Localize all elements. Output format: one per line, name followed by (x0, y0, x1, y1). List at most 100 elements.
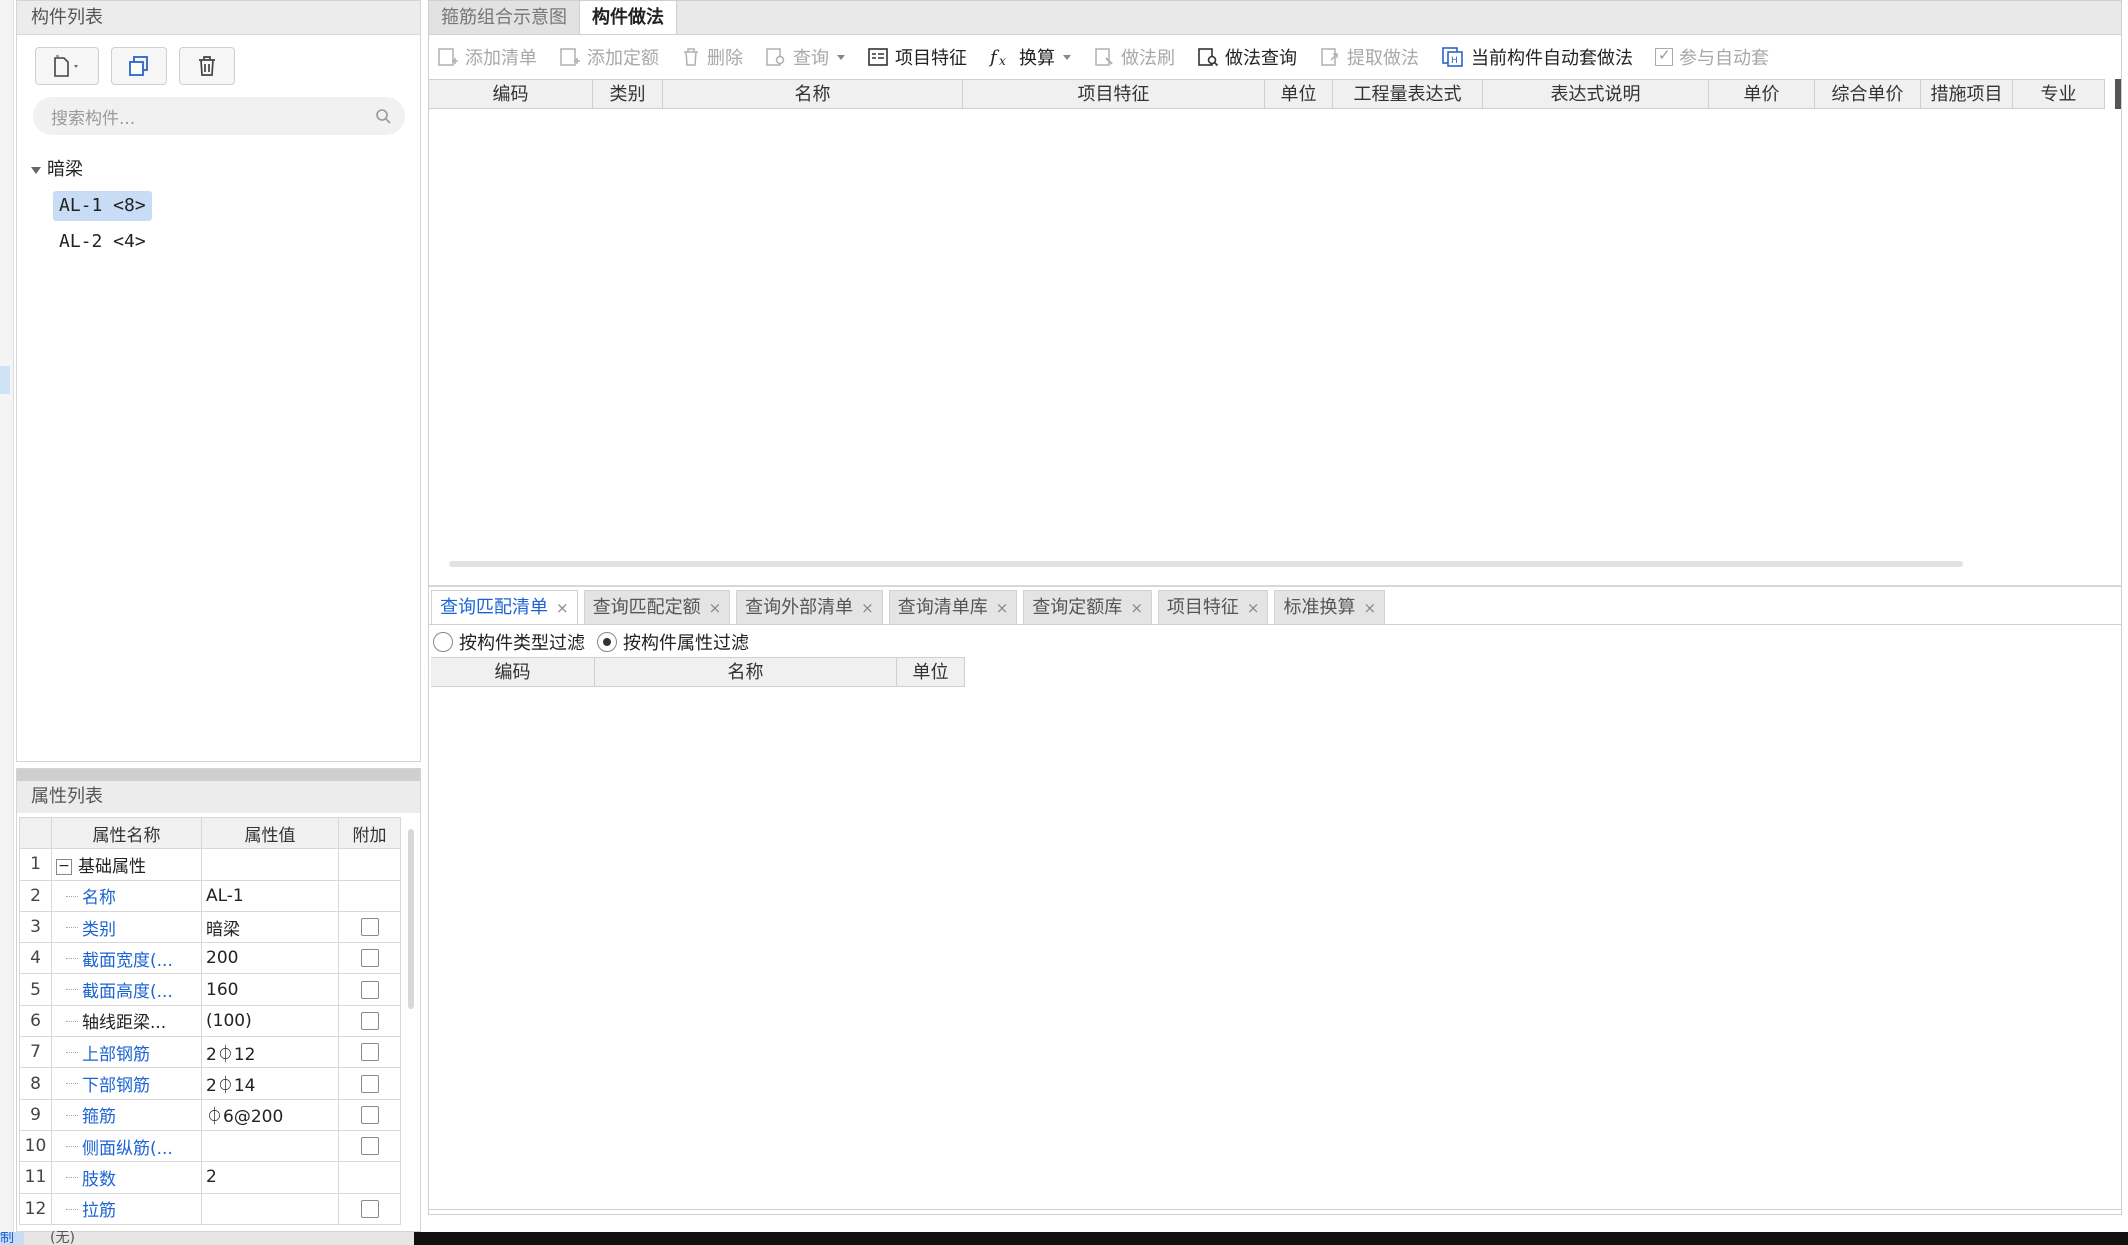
col-code[interactable]: 编码 (429, 80, 593, 109)
extra-checkbox[interactable] (360, 1011, 379, 1030)
table-row[interactable]: 1 − 基础属性 (19, 848, 401, 881)
tab-item-feature[interactable]: 项目特征 × (1157, 590, 1269, 625)
table-row[interactable]: 2 名称 AL-1 (19, 879, 401, 912)
extra-checkbox[interactable] (360, 1105, 379, 1124)
tab-stirrup-diagram[interactable]: 箍筋组合示意图 (429, 1, 580, 34)
method-grid-hscrollbar[interactable] (449, 561, 1963, 567)
table-row[interactable]: 10 侧面纵筋(... (19, 1129, 401, 1163)
tree-item-al-1[interactable]: AL-1 <8> (53, 191, 152, 221)
tree-collapse-icon[interactable] (31, 166, 41, 174)
tab-query-external-list[interactable]: 查询外部清单 × (736, 590, 883, 624)
item-feature-button[interactable]: 项目特征 (867, 44, 967, 70)
status-left-label[interactable]: 制 (0, 1232, 24, 1245)
row-value[interactable]: 2⏀14 (201, 1067, 339, 1100)
collapse-group-icon[interactable]: − (56, 858, 72, 875)
method-query-button[interactable]: 做法查询 (1197, 44, 1297, 70)
table-row[interactable]: 5 截面高度(... 160 (19, 973, 401, 1006)
col-specialty[interactable]: 专业 (2013, 80, 2105, 109)
close-icon[interactable]: × (556, 591, 569, 625)
delete-component-button[interactable] (179, 47, 235, 85)
filter-by-attr-label[interactable]: 按构件属性过滤 (623, 629, 749, 655)
col-unit-price[interactable]: 单价 (1709, 80, 1815, 109)
extra-checkbox[interactable] (360, 918, 379, 937)
col-quantity-expr[interactable]: 工程量表达式 (1333, 80, 1483, 109)
header-prop-name: 属性名称 (51, 816, 202, 850)
auto-apply-button[interactable]: H 当前构件自动套做法 (1441, 44, 1633, 70)
add-list-button[interactable]: 添加清单 (437, 44, 537, 70)
tab-query-list-library[interactable]: 查询清单库 × (888, 590, 1018, 625)
filter-by-type-label[interactable]: 按构件类型过滤 (459, 629, 585, 655)
table-row[interactable]: 12 拉筋 (19, 1192, 401, 1225)
tab-query-quota-library[interactable]: 查询定额库 × (1023, 590, 1152, 624)
status-text: (无) (50, 1230, 75, 1245)
convert-dropdown[interactable]: fx 换算 (989, 44, 1071, 70)
col-code[interactable]: 编码 (431, 658, 595, 687)
row-value[interactable]: 2 (201, 1161, 339, 1194)
close-icon[interactable]: × (861, 591, 874, 625)
extract-method-label: 提取做法 (1347, 48, 1419, 69)
table-row[interactable]: 8 下部钢筋 2⏀14 (19, 1067, 401, 1100)
row-value[interactable] (201, 1192, 339, 1225)
add-quota-button[interactable]: 添加定额 (559, 44, 659, 70)
extra-checkbox[interactable] (360, 980, 379, 999)
close-icon[interactable]: × (709, 591, 722, 625)
row-value[interactable] (201, 848, 339, 881)
row-value[interactable]: ⏀6@200 (201, 1098, 339, 1131)
table-row[interactable]: 6 轴线距梁... (100) (19, 1004, 401, 1038)
property-list-title: 属性列表 (17, 781, 420, 813)
extra-checkbox[interactable] (360, 949, 379, 968)
component-search-input[interactable]: 搜索构件... (33, 97, 405, 135)
extra-checkbox[interactable] (360, 1199, 379, 1218)
table-row[interactable]: 4 截面宽度(... 200 (19, 942, 401, 975)
col-name[interactable]: 名称 (595, 658, 897, 687)
delete-button[interactable]: 删除 (681, 44, 743, 70)
filter-by-attr-radio[interactable] (597, 632, 617, 652)
row-value[interactable]: 暗梁 (201, 910, 339, 944)
extra-checkbox[interactable] (360, 1137, 379, 1156)
close-icon[interactable]: × (1363, 591, 1376, 625)
tab-component-method[interactable]: 构件做法 (580, 1, 677, 34)
col-item-feature[interactable]: 项目特征 (963, 80, 1265, 109)
extra-checkbox[interactable] (360, 1074, 379, 1093)
extract-method-button[interactable]: 提取做法 (1319, 44, 1419, 70)
col-unit[interactable]: 单位 (897, 658, 965, 687)
row-extra (338, 1161, 401, 1194)
close-icon[interactable]: × (996, 591, 1009, 625)
row-value[interactable]: 160 (201, 973, 339, 1006)
tab-standard-convert[interactable]: 标准换算 × (1274, 590, 1386, 625)
close-icon[interactable]: × (1247, 591, 1260, 625)
row-value[interactable] (201, 1129, 339, 1163)
new-component-button[interactable] (35, 47, 99, 85)
close-icon[interactable]: × (1130, 591, 1143, 625)
table-row[interactable]: 7 上部钢筋 2⏀12 (19, 1036, 401, 1069)
col-type[interactable]: 类别 (593, 80, 663, 109)
copy-component-button[interactable] (111, 47, 167, 85)
table-row[interactable]: 9 箍筋 ⏀6@200 (19, 1098, 401, 1131)
row-value[interactable]: 2⏀12 (201, 1036, 339, 1069)
new-file-icon (54, 55, 78, 77)
row-value[interactable]: AL-1 (201, 879, 339, 912)
row-value[interactable]: 200 (201, 942, 339, 975)
tree-root-anliang[interactable]: 暗梁 (27, 155, 407, 185)
table-row[interactable]: 11 肢数 2 (19, 1161, 401, 1194)
col-combined-price[interactable]: 综合单价 (1815, 80, 1921, 109)
col-unit[interactable]: 单位 (1265, 80, 1333, 109)
filter-by-type-radio[interactable] (433, 632, 453, 652)
svg-text:x: x (999, 54, 1006, 68)
tab-query-match-quota[interactable]: 查询匹配定额 × (583, 590, 731, 625)
col-measure-item[interactable]: 措施项目 (1921, 80, 2013, 109)
tab-query-match-list[interactable]: 查询匹配清单 × (431, 590, 578, 624)
query-dropdown[interactable]: 查询 (765, 44, 845, 70)
row-value[interactable]: (100) (201, 1004, 339, 1038)
col-expr-desc[interactable]: 表达式说明 (1483, 80, 1709, 109)
table-row[interactable]: 3 类别 暗梁 (19, 910, 401, 944)
add-quota-label: 添加定额 (587, 48, 659, 69)
join-auto-checkbox[interactable]: 参与自动套 (1655, 44, 1769, 70)
property-scrollbar[interactable] (408, 829, 414, 1009)
col-name[interactable]: 名称 (663, 80, 963, 109)
property-table-header: 属性名称 属性值 附加 (19, 816, 401, 850)
panel-splitter[interactable] (17, 769, 420, 781)
tree-item-al-2[interactable]: AL-2 <4> (53, 227, 152, 257)
method-brush-button[interactable]: 做法刷 (1093, 44, 1175, 70)
extra-checkbox[interactable] (360, 1043, 379, 1062)
